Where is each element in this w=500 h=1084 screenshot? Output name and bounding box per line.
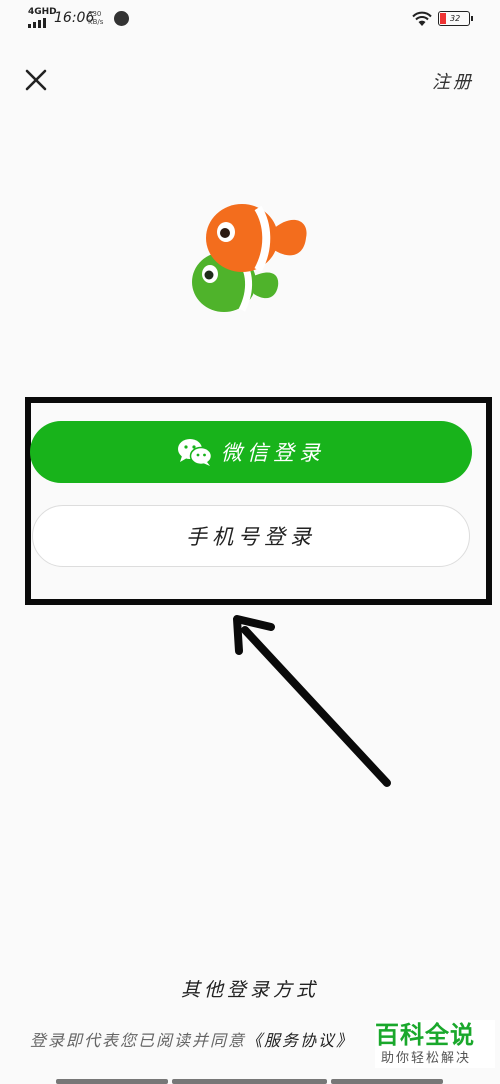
wifi-icon (412, 11, 432, 26)
speed-unit: KB/s (88, 18, 104, 26)
gesture-bar (56, 1079, 168, 1084)
orange-fish (206, 204, 307, 272)
wechat-icon (178, 439, 213, 466)
agreement-text: 登录即代表您已阅读并同意《服务协议》 (30, 1027, 380, 1051)
close-icon[interactable] (22, 66, 50, 94)
service-agreement-link[interactable]: 《服务协议》 (246, 1031, 354, 1050)
phone-login-button[interactable]: 手机号登录 (32, 505, 470, 567)
signal-icon (28, 18, 50, 28)
watermark-subtitle: 助你轻松解决 (381, 1051, 472, 1066)
network-type: 4GHD (28, 7, 57, 17)
register-link[interactable]: 注册 (432, 68, 474, 94)
battery-level: 32 (450, 14, 461, 23)
gesture-bar (172, 1079, 327, 1084)
status-bar: 4GHD 16:06 330 KB/s 32 (0, 0, 500, 38)
clownfish-logo (192, 204, 307, 312)
phone-login-label: 手机号登录 (186, 525, 316, 549)
network-speed: 330 KB/s (88, 10, 108, 26)
battery-icon: 32 (438, 11, 473, 26)
arrow-annotation (233, 615, 391, 787)
other-login-methods[interactable]: 其他登录方式 (0, 975, 500, 1002)
speed-value: 330 (88, 10, 102, 18)
notification-app-icon (114, 11, 129, 26)
wechat-login-label: 微信登录 (221, 441, 325, 465)
watermark-title: 百科全说 (375, 1021, 475, 1049)
agreement-prefix: 登录即代表您已阅读并同意 (30, 1031, 247, 1050)
wechat-login-button[interactable]: 微信登录 (30, 421, 472, 483)
watermark: 百科全说 助你轻松解决 (375, 1020, 495, 1068)
gesture-bar (331, 1079, 443, 1084)
